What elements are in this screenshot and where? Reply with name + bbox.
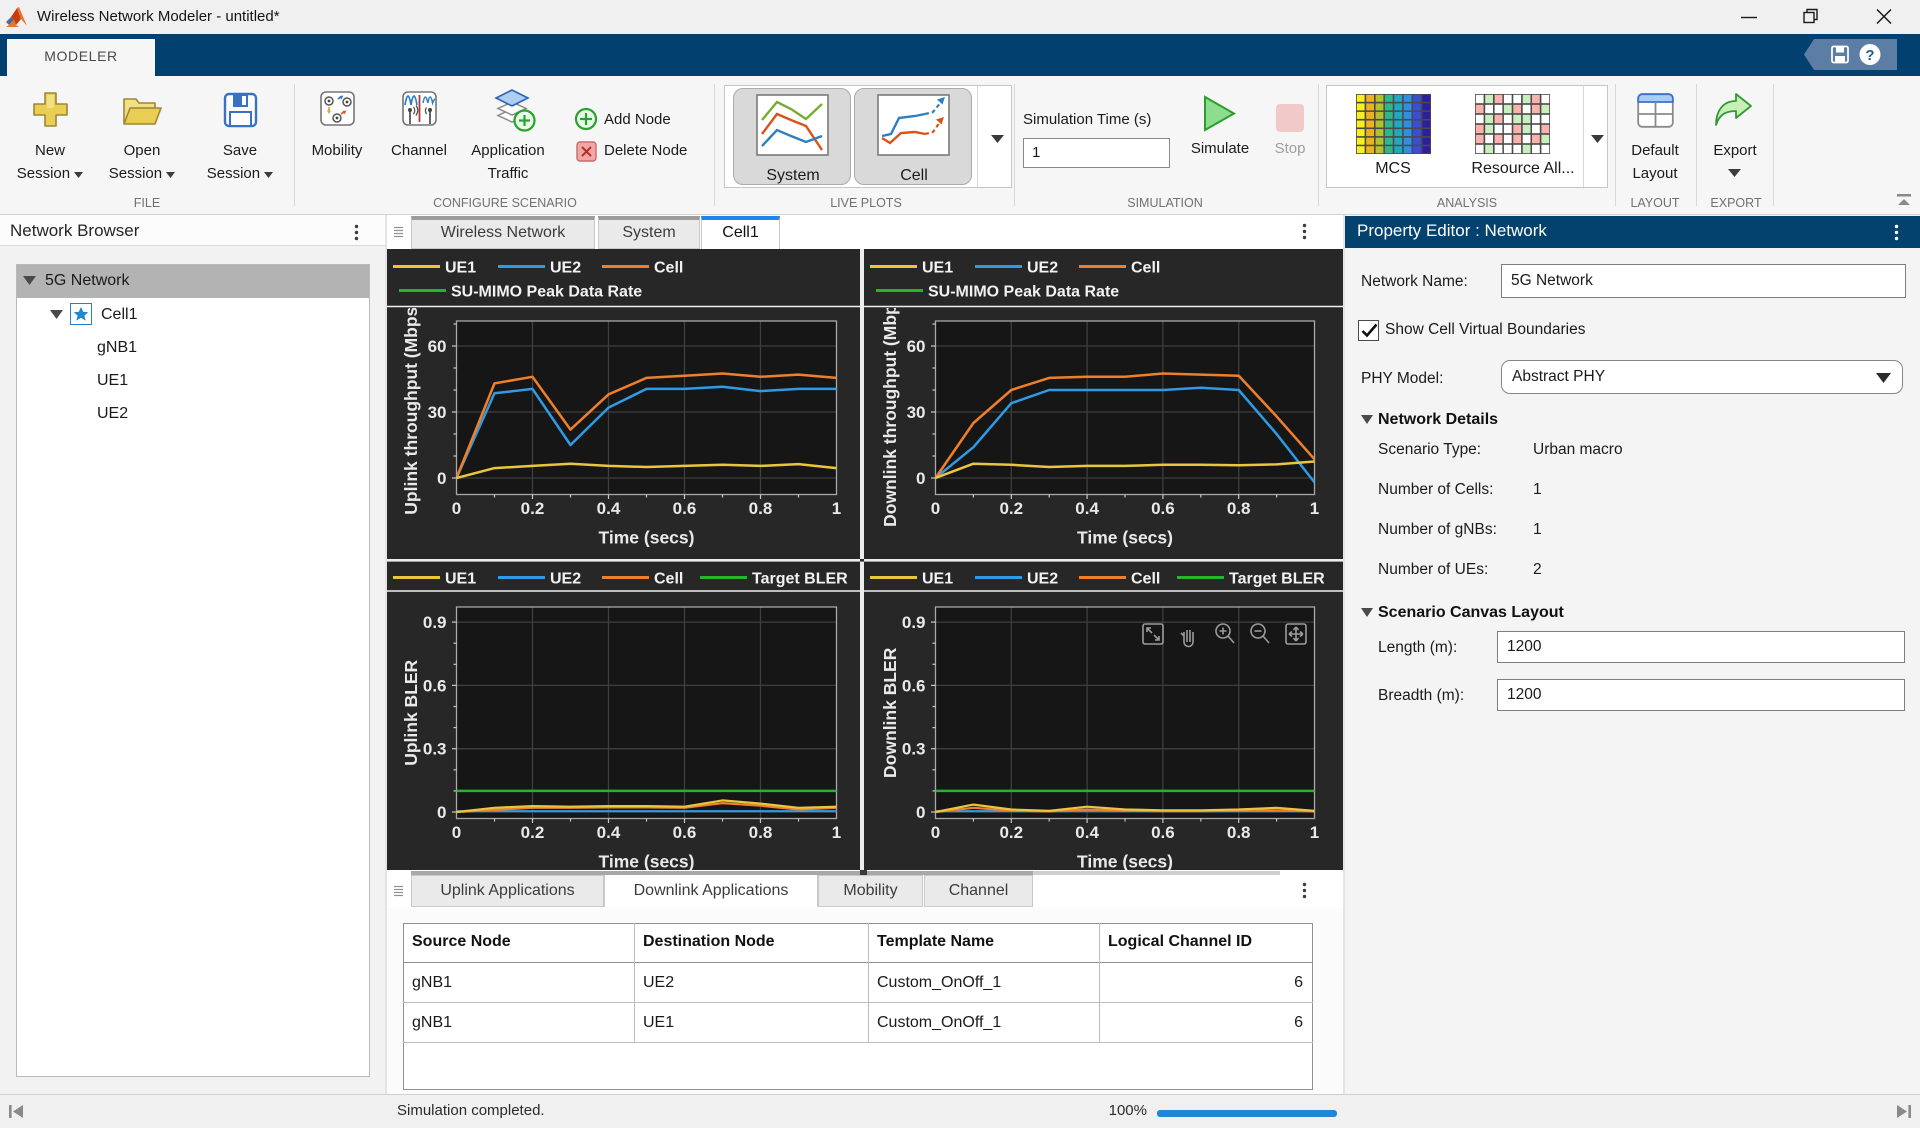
svg-text:0.6: 0.6 bbox=[1151, 499, 1175, 518]
svg-text:0.2: 0.2 bbox=[999, 823, 1023, 842]
svg-text:0.4: 0.4 bbox=[1075, 499, 1099, 518]
svg-text:Cell: Cell bbox=[654, 571, 683, 588]
svg-text:0: 0 bbox=[931, 499, 940, 518]
svg-text:Target BLER: Target BLER bbox=[752, 571, 848, 588]
svg-text:30: 30 bbox=[907, 403, 926, 422]
svg-text:Target BLER: Target BLER bbox=[1229, 571, 1325, 588]
svg-text:UE1: UE1 bbox=[922, 571, 953, 588]
svg-text:30: 30 bbox=[428, 403, 447, 422]
svg-text:Uplink throughput (Mbps): Uplink throughput (Mbps) bbox=[401, 301, 421, 515]
svg-text:Cell: Cell bbox=[1131, 260, 1160, 277]
svg-text:0: 0 bbox=[916, 469, 925, 488]
svg-text:0.3: 0.3 bbox=[902, 740, 926, 759]
svg-text:1: 1 bbox=[832, 499, 841, 518]
svg-text:0.8: 0.8 bbox=[749, 823, 773, 842]
svg-text:1: 1 bbox=[1310, 823, 1319, 842]
svg-text:0.8: 0.8 bbox=[1227, 499, 1251, 518]
svg-text:0.6: 0.6 bbox=[423, 676, 447, 695]
svg-text:UE2: UE2 bbox=[1027, 571, 1058, 588]
svg-text:0.6: 0.6 bbox=[902, 676, 926, 695]
svg-text:0.4: 0.4 bbox=[1075, 823, 1099, 842]
svg-text:0: 0 bbox=[437, 469, 446, 488]
svg-text:Cell: Cell bbox=[654, 260, 683, 277]
svg-text:0: 0 bbox=[931, 823, 940, 842]
svg-text:0.4: 0.4 bbox=[597, 499, 621, 518]
svg-text:Time (secs): Time (secs) bbox=[1077, 852, 1173, 871]
svg-text:1: 1 bbox=[832, 823, 841, 842]
svg-text:0.9: 0.9 bbox=[423, 613, 447, 632]
svg-text:UE2: UE2 bbox=[550, 260, 581, 277]
svg-text:0.2: 0.2 bbox=[521, 823, 545, 842]
svg-text:0.8: 0.8 bbox=[1227, 823, 1251, 842]
svg-text:0: 0 bbox=[916, 803, 925, 822]
svg-text:0: 0 bbox=[452, 823, 461, 842]
svg-text:UE1: UE1 bbox=[445, 260, 476, 277]
svg-text:?: ? bbox=[1865, 47, 1874, 64]
svg-text:Downlink BLER: Downlink BLER bbox=[880, 647, 900, 778]
svg-text:0.2: 0.2 bbox=[999, 499, 1023, 518]
svg-text:0.8: 0.8 bbox=[749, 499, 773, 518]
svg-text:0.4: 0.4 bbox=[597, 823, 621, 842]
svg-text:Downlink throughput (Mbps): Downlink throughput (Mbps) bbox=[880, 289, 900, 527]
svg-text:1: 1 bbox=[1310, 499, 1319, 518]
svg-text:0.9: 0.9 bbox=[902, 613, 926, 632]
svg-text:SU-MIMO Peak Data Rate: SU-MIMO Peak Data Rate bbox=[451, 284, 642, 301]
svg-text:0: 0 bbox=[452, 499, 461, 518]
svg-text:0.3: 0.3 bbox=[423, 740, 447, 759]
svg-text:SU-MIMO Peak Data Rate: SU-MIMO Peak Data Rate bbox=[928, 284, 1119, 301]
svg-text:0.6: 0.6 bbox=[673, 823, 697, 842]
svg-text:UE2: UE2 bbox=[1027, 260, 1058, 277]
svg-text:Time (secs): Time (secs) bbox=[599, 852, 695, 871]
svg-text:0: 0 bbox=[437, 803, 446, 822]
svg-text:0.6: 0.6 bbox=[673, 499, 697, 518]
svg-text:0.2: 0.2 bbox=[521, 499, 545, 518]
svg-text:UE2: UE2 bbox=[550, 571, 581, 588]
svg-text:UE1: UE1 bbox=[922, 260, 953, 277]
svg-text:60: 60 bbox=[907, 337, 926, 356]
svg-text:Uplink BLER: Uplink BLER bbox=[401, 659, 421, 765]
svg-text:60: 60 bbox=[428, 337, 447, 356]
svg-text:Cell: Cell bbox=[1131, 571, 1160, 588]
svg-text:UE1: UE1 bbox=[445, 571, 476, 588]
svg-text:Time (secs): Time (secs) bbox=[1077, 528, 1173, 548]
svg-text:0.6: 0.6 bbox=[1151, 823, 1175, 842]
svg-text:Time (secs): Time (secs) bbox=[599, 528, 695, 548]
